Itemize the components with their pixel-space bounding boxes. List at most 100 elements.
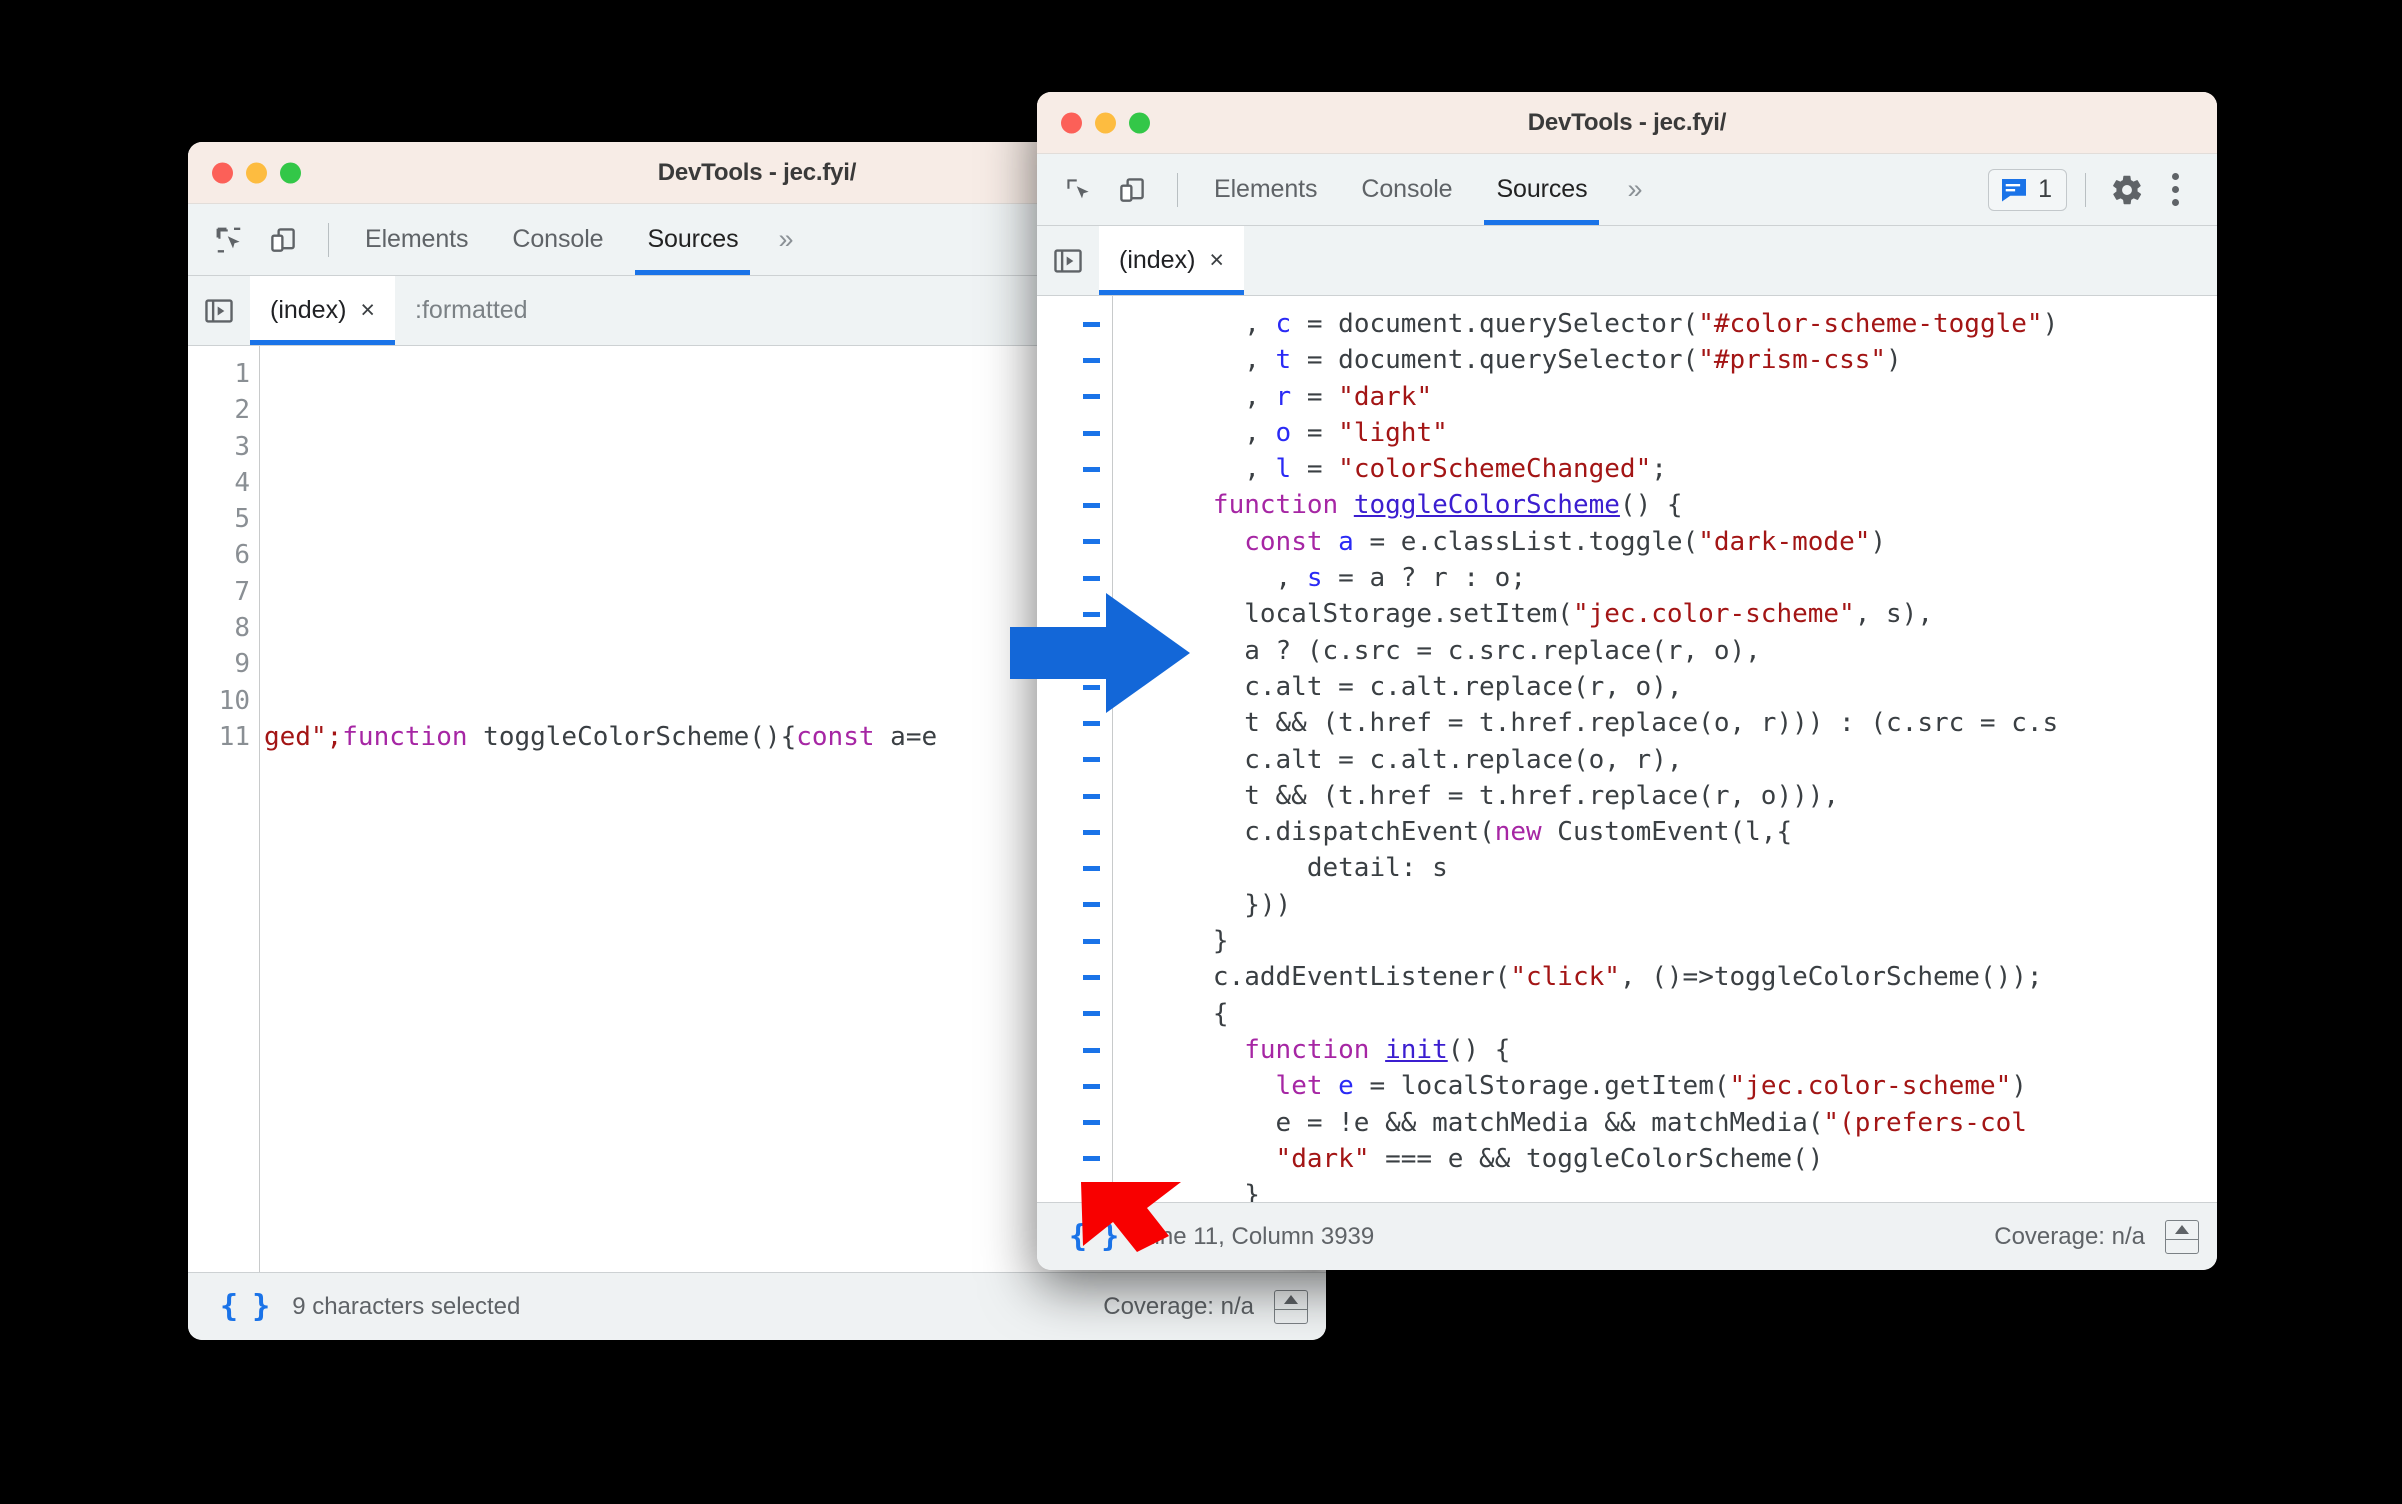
code-token: , xyxy=(1119,345,1276,376)
file-tab-formatted[interactable]: :formatted xyxy=(395,276,548,345)
wrap-dash xyxy=(1083,1120,1100,1126)
devtools-window-front[interactable]: DevTools - jec.fyi/ Elements Console Sou… xyxy=(1037,92,2217,1270)
line-wrap-marker xyxy=(1037,1032,1112,1068)
file-tab-index[interactable]: (index) × xyxy=(250,276,396,345)
code-token: ) xyxy=(1886,345,1902,376)
line-number: 9 xyxy=(234,649,250,680)
code-line: , s = a ? r : o; xyxy=(1119,563,1526,593)
gear-icon[interactable] xyxy=(2104,167,2150,213)
code-line: e = !e && matchMedia && matchMedia("(pre… xyxy=(1119,1108,2027,1138)
show-navigator-icon[interactable] xyxy=(188,276,250,345)
tab-sources[interactable]: Sources xyxy=(1474,154,1609,225)
code-token: , ()=>toggleColorScheme()); xyxy=(1619,962,2043,993)
code-line: function toggleColorScheme() { xyxy=(1119,490,1683,520)
code-token: = localStorage.getItem( xyxy=(1353,1071,1730,1102)
show-navigator-icon[interactable] xyxy=(1037,226,1099,295)
code-token: detail: s xyxy=(1119,853,1448,884)
code-token: "jec.color-scheme" xyxy=(1729,1071,2012,1102)
code-token: s xyxy=(1306,563,1323,594)
code-line: t && (t.href = t.href.replace(r, o))), xyxy=(1119,781,1839,811)
code-token: "light" xyxy=(1338,417,1448,448)
inspect-element-icon[interactable] xyxy=(1055,167,1101,213)
line-number: 5 xyxy=(234,504,250,535)
close-window-button[interactable] xyxy=(212,162,233,183)
front-code-area[interactable]: , c = document.querySelector("#color-sch… xyxy=(1113,296,2217,1202)
more-tabs-icon[interactable]: » xyxy=(1609,154,1660,225)
blue-right-arrow xyxy=(1010,593,1190,713)
close-window-button[interactable] xyxy=(1061,112,1082,133)
device-toolbar-icon[interactable] xyxy=(260,217,306,263)
code-line: c.alt = c.alt.replace(r, o), xyxy=(1119,671,1683,702)
line-number: 10 xyxy=(218,685,250,716)
code-token: a xyxy=(1338,526,1354,557)
front-panel-tabs: Elements Console Sources » xyxy=(1192,154,1661,225)
red-down-left-arrow xyxy=(1081,1182,1181,1252)
pretty-print-button[interactable]: { } xyxy=(206,1289,282,1324)
wrap-dash xyxy=(1083,1047,1100,1053)
code-token: toggleColorScheme(){ xyxy=(467,721,797,752)
wrap-dash xyxy=(1083,793,1100,799)
code-token: { xyxy=(1119,998,1229,1029)
wrap-dash xyxy=(1083,394,1100,400)
tab-console[interactable]: Console xyxy=(490,204,625,275)
more-tabs-icon[interactable]: » xyxy=(760,204,811,275)
tab-elements[interactable]: Elements xyxy=(343,204,490,275)
line-number: 6 xyxy=(234,540,250,571)
code-line: , c = document.querySelector("#color-sch… xyxy=(1119,309,2058,339)
line-wrap-marker xyxy=(1037,814,1112,850)
code-token: "jec.color-scheme" xyxy=(1572,599,1855,630)
code-token: = xyxy=(1291,417,1339,448)
code-token: l xyxy=(1275,454,1292,485)
code-token: === e && toggleColorScheme() xyxy=(1369,1143,1824,1174)
code-token: function xyxy=(1212,490,1339,521)
code-token: new xyxy=(1494,817,1542,848)
file-tab-label: (index) xyxy=(270,296,347,324)
code-token: , xyxy=(1119,563,1307,594)
line-number: 2 xyxy=(234,395,250,426)
maximize-window-button[interactable] xyxy=(1129,112,1150,133)
code-token: = e.classList.toggle( xyxy=(1353,526,1699,557)
front-toolbar-icon-group xyxy=(1037,154,1192,225)
front-traffic-lights xyxy=(1061,112,1150,133)
toolbar-divider xyxy=(328,222,329,257)
message-count: 1 xyxy=(2038,175,2052,203)
code-line: const a = e.classList.toggle("dark-mode"… xyxy=(1119,527,1886,557)
code-token: "dark" xyxy=(1338,381,1433,412)
show-drawer-icon[interactable] xyxy=(2165,1219,2199,1254)
close-icon[interactable]: × xyxy=(360,298,375,323)
front-toolbar-right: 1 xyxy=(1988,154,2217,225)
front-source-editor[interactable]: , c = document.querySelector("#color-sch… xyxy=(1037,296,2217,1202)
maximize-window-button[interactable] xyxy=(280,162,301,183)
code-line: detail: s xyxy=(1119,853,1448,883)
code-line: { xyxy=(1119,999,1229,1029)
device-toolbar-icon[interactable] xyxy=(1109,167,1155,213)
minimize-window-button[interactable] xyxy=(1095,112,1116,133)
kebab-menu-icon[interactable] xyxy=(2154,173,2197,206)
minimize-window-button[interactable] xyxy=(246,162,267,183)
wrap-dash xyxy=(1083,974,1100,980)
close-icon[interactable]: × xyxy=(1209,248,1224,273)
code-token: } xyxy=(1119,926,1229,957)
tab-sources[interactable]: Sources xyxy=(625,204,760,275)
code-line: localStorage.setItem("jec.color-scheme",… xyxy=(1119,599,1933,629)
line-number: 11 xyxy=(218,721,250,752)
show-drawer-icon[interactable] xyxy=(1274,1289,1308,1324)
line-wrap-marker xyxy=(1037,451,1112,487)
code-token: c.alt = c.alt.replace(r, o), xyxy=(1119,671,1683,702)
back-traffic-lights xyxy=(212,162,301,183)
code-token: CustomEvent(l,{ xyxy=(1541,817,1793,848)
back-status-text: 9 characters selected xyxy=(292,1292,521,1320)
inspect-element-icon[interactable] xyxy=(206,217,252,263)
message-count-badge[interactable]: 1 xyxy=(1988,168,2067,211)
line-wrap-marker xyxy=(1037,1105,1112,1141)
toolbar-divider xyxy=(1177,172,1178,207)
line-wrap-marker xyxy=(1037,778,1112,814)
tab-console[interactable]: Console xyxy=(1339,154,1474,225)
file-tab-index[interactable]: (index) × xyxy=(1099,226,1245,295)
line-number: 3 xyxy=(234,431,250,462)
code-token: , s), xyxy=(1854,599,1933,630)
tab-elements[interactable]: Elements xyxy=(1192,154,1339,225)
